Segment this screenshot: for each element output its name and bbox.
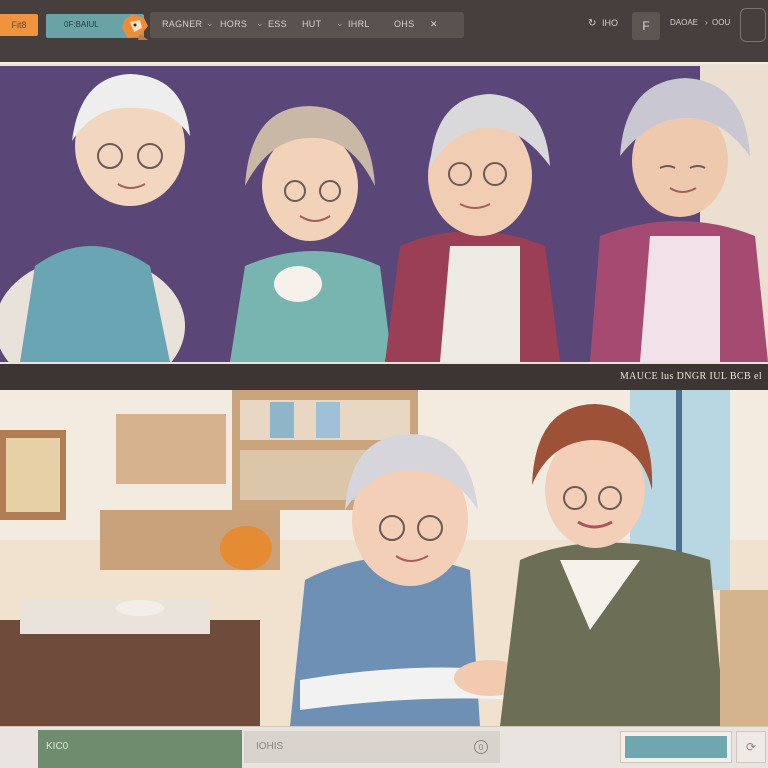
bottom-input-text: IOHIS bbox=[256, 741, 284, 752]
close-icon[interactable]: ✕ bbox=[430, 19, 438, 30]
refresh-icon[interactable]: ⟳ bbox=[736, 731, 766, 763]
bottom-bar: KIC0 IOHIS 0 ⟳ bbox=[0, 726, 768, 768]
toolbar-extra-label[interactable]: OOU bbox=[712, 18, 730, 27]
group-illustration bbox=[0, 66, 768, 362]
refresh-icon[interactable]: ↻ bbox=[588, 18, 596, 29]
chevron-right-icon: ⌄ bbox=[256, 18, 264, 28]
brand-tab[interactable]: Fit8 bbox=[0, 14, 38, 36]
fox-mascot-icon bbox=[122, 14, 148, 40]
bottom-input[interactable]: IOHIS 0 bbox=[244, 731, 500, 763]
chevron-right-icon: ⌄ bbox=[206, 18, 214, 28]
action-button-fill bbox=[625, 736, 727, 758]
font-button[interactable]: F bbox=[632, 12, 660, 40]
expand-icon[interactable] bbox=[740, 8, 766, 42]
image-panel-pair bbox=[0, 390, 768, 726]
main-menu: RAGNER ⌄ HORS ⌄ ESS HUT ⌄ IHRL OHS ✕ bbox=[150, 12, 464, 38]
bottom-field[interactable]: KIC0 bbox=[38, 730, 242, 768]
menu-item-3[interactable]: ESS bbox=[268, 19, 287, 29]
caption-text: MAUCE lus DNGR IUL BCB el bbox=[619, 371, 762, 382]
toolbar-label-left[interactable]: IHO bbox=[602, 18, 618, 28]
menu-item-4[interactable]: HUT bbox=[302, 19, 321, 29]
pair-illustration bbox=[0, 390, 768, 726]
chevron-right-icon: ⌄ bbox=[336, 18, 344, 28]
toolbar-label-right[interactable]: DAOAE bbox=[670, 18, 698, 27]
brand-logo[interactable]: 0F:BAIUL bbox=[46, 14, 148, 40]
menu-item-2[interactable]: HORS bbox=[220, 19, 247, 29]
caption-bar: MAUCE lus DNGR IUL BCB el bbox=[0, 364, 768, 390]
image-panel-group bbox=[0, 64, 768, 364]
top-toolbar: Fit8 0F:BAIUL RAGNER ⌄ HORS ⌄ ESS HUT ⌄ … bbox=[0, 0, 768, 62]
menu-item-1[interactable]: RAGNER bbox=[162, 19, 202, 29]
action-button[interactable] bbox=[620, 731, 732, 763]
circle-icon[interactable]: 0 bbox=[474, 740, 488, 754]
menu-item-5[interactable]: IHRL bbox=[348, 19, 370, 29]
chevron-right-icon[interactable]: › bbox=[705, 18, 708, 27]
brand-logo-text: 0F:BAIUL bbox=[64, 20, 99, 29]
menu-item-6[interactable]: OHS bbox=[394, 19, 414, 29]
